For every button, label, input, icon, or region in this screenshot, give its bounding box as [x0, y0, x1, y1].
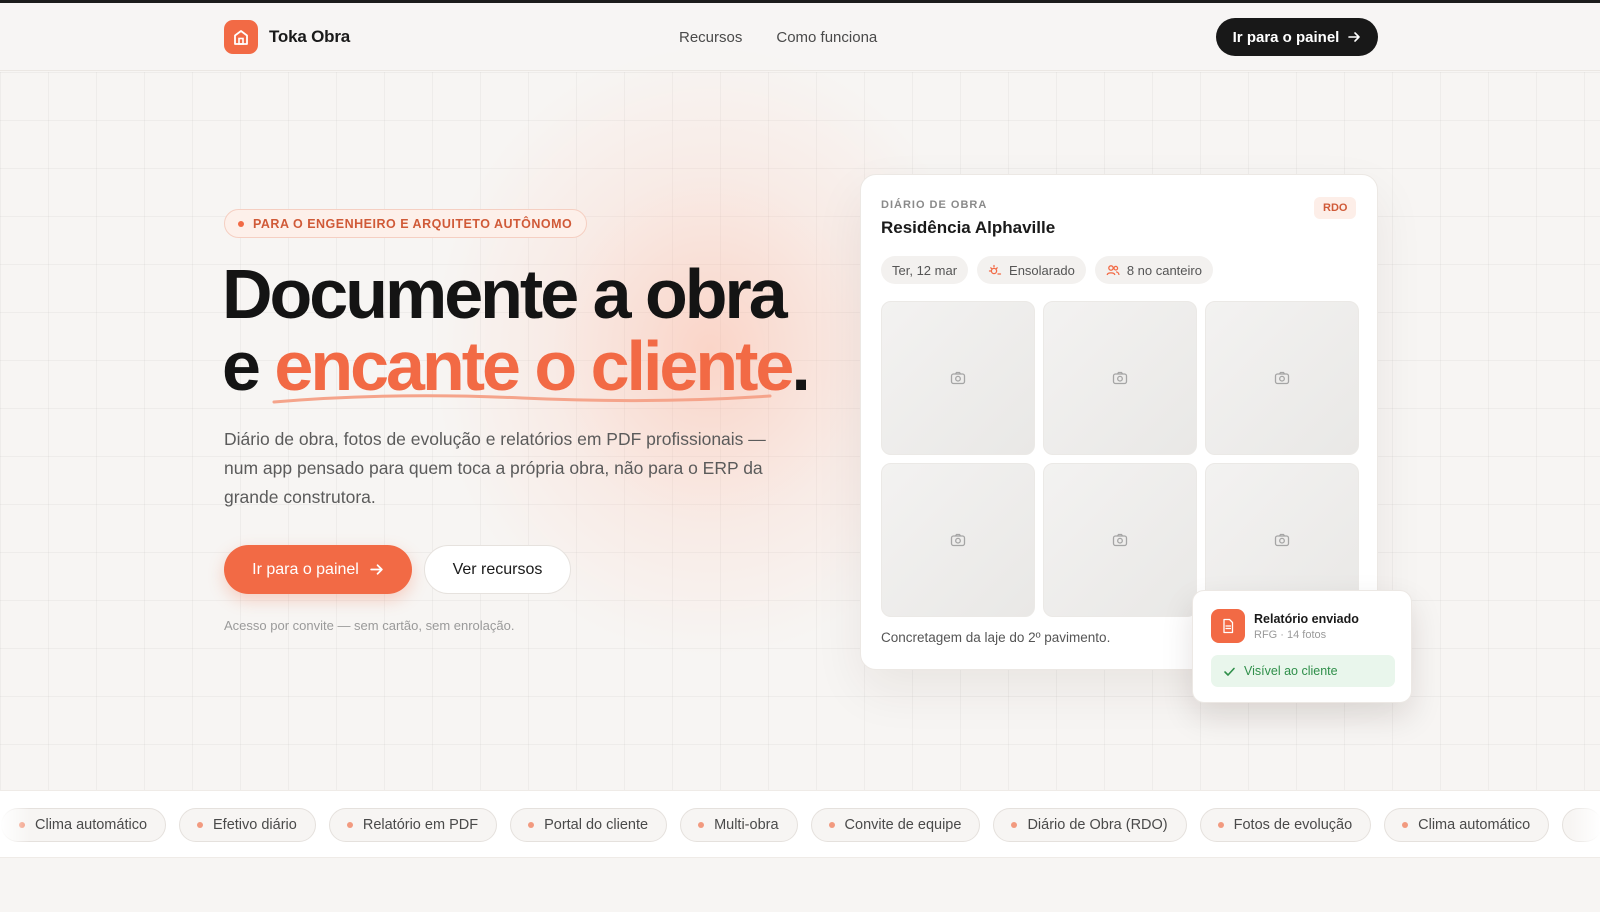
crew-chip: 8 no canteiro	[1094, 256, 1213, 284]
feature-pill: Fotos de evolução	[1199, 808, 1372, 842]
camera-icon	[1112, 533, 1128, 547]
pill-dot	[528, 822, 535, 828]
camera-icon	[1274, 533, 1290, 547]
feature-ticker: Clima automático Efetivo diário Relatóri…	[0, 790, 1600, 858]
feature-pill-label: Relatório em PDF	[362, 817, 479, 833]
date-chip-label: Ter, 12 mar	[892, 262, 958, 278]
nav-item-recursos[interactable]: Recursos	[679, 29, 742, 46]
hero-title-line1: Documente a obra	[222, 255, 788, 333]
feature-pill: Convite de equipe	[810, 808, 981, 842]
feature-pill-label: Multi-obra	[714, 817, 779, 833]
logo[interactable]: Toka Obra	[224, 20, 350, 54]
site-header: Toka Obra Recursos Como funciona Ir para…	[0, 3, 1600, 71]
nav-item-como-funciona[interactable]: Como funciona	[776, 29, 877, 46]
panel-button[interactable]: Ir para o painel	[224, 545, 412, 594]
photo-placeholder[interactable]	[881, 463, 1035, 617]
pill-dot	[1402, 822, 1409, 828]
card-chips: Ter, 12 mar Ensolarado 8 no canteiro	[881, 256, 1213, 284]
visibility-status: Visível ao cliente	[1211, 655, 1395, 687]
hero-title-suffix: .	[791, 327, 811, 405]
card-title: Residência Alphaville	[881, 218, 1056, 237]
report-toast: Relatório enviado RFG · 14 fotos Visível…	[1192, 590, 1412, 703]
photo-placeholder[interactable]	[1043, 463, 1197, 617]
audience-badge: PARA O ENGENHEIRO E ARQUITETO AUTÔNOMO	[224, 209, 588, 238]
pill-dot	[828, 822, 835, 828]
feature-pill-label: Efetivo diário	[213, 817, 297, 833]
pill-dot	[698, 822, 705, 828]
feature-pill-label: Clima automático	[1418, 817, 1531, 833]
hero-title: Documente a obra e encante o cliente.	[222, 255, 811, 405]
photo-placeholder[interactable]	[881, 301, 1035, 455]
rdo-tag: RDO	[1314, 197, 1357, 219]
feature-pill: Efetivo diário	[179, 808, 316, 842]
weather-chip: Ensolarado	[977, 256, 1086, 284]
header-panel-button-label: Ir para o painel	[1232, 28, 1340, 46]
photo-placeholder[interactable]	[1043, 301, 1197, 455]
feature-pill: Clima automático	[1384, 808, 1550, 842]
people-icon	[1106, 265, 1120, 276]
feature-pill-label: Fotos de evolução	[1233, 817, 1353, 833]
toast-subtitle: RFG · 14 fotos	[1254, 629, 1327, 641]
card-caption: Concretagem da laje do 2º pavimento.	[881, 630, 1111, 645]
panel-button-label: Ir para o painel	[252, 560, 359, 578]
card-kicker: DIÁRIO DE OBRA	[881, 199, 988, 211]
date-chip: Ter, 12 mar	[881, 256, 969, 284]
header-panel-button[interactable]: Ir para o painel	[1216, 18, 1378, 56]
feature-pill-label: Convite de equipe	[844, 817, 962, 833]
feature-pill-label: Portal do cliente	[544, 817, 649, 833]
check-icon	[1224, 667, 1235, 676]
photo-placeholder[interactable]	[1205, 301, 1359, 455]
underline-squiggle	[272, 394, 772, 404]
feature-pill: Portal do cliente	[510, 808, 668, 842]
badge-text: PARA O ENGENHEIRO E ARQUITETO AUTÔNOMO	[253, 216, 573, 231]
hero-title-prefix: e	[222, 327, 275, 405]
camera-icon	[950, 533, 966, 547]
hero-description: Diário de obra, fotos de evolução e rela…	[224, 429, 766, 507]
main-nav: Recursos Como funciona	[679, 29, 877, 46]
pill-dot	[346, 822, 353, 828]
camera-icon	[1112, 371, 1128, 385]
camera-icon	[1274, 371, 1290, 385]
photo-grid	[881, 301, 1359, 617]
badge-dot	[238, 220, 244, 227]
ticker-row: Clima automático Efetivo diário Relatóri…	[0, 808, 1600, 842]
view-features-button[interactable]: Ver recursos	[424, 545, 571, 594]
arrow-right-icon	[1348, 32, 1361, 42]
ticker-fade-right	[1570, 791, 1600, 857]
pill-dot	[1217, 822, 1224, 828]
pill-dot	[1011, 822, 1018, 828]
crew-chip-label: 8 no canteiro	[1126, 262, 1202, 278]
camera-icon	[950, 371, 966, 385]
feature-pill: Relatório em PDF	[328, 808, 498, 842]
feature-pill-label: Diário de Obra (RDO)	[1027, 817, 1168, 833]
document-icon	[1211, 609, 1245, 643]
feature-pill-label: Clima automático	[35, 817, 148, 833]
house-icon	[224, 20, 258, 54]
sun-icon	[988, 264, 1002, 275]
access-note: Acesso por convite — sem cartão, sem enr…	[224, 618, 515, 633]
visibility-status-label: Visível ao cliente	[1244, 664, 1338, 678]
weather-chip-label: Ensolarado	[1009, 262, 1075, 278]
toast-title: Relatório enviado	[1254, 612, 1359, 626]
pill-dot	[197, 822, 204, 828]
ticker-fade-left	[0, 791, 30, 857]
feature-pill: Multi-obra	[680, 808, 798, 842]
feature-pill: Diário de Obra (RDO)	[993, 808, 1187, 842]
brand-name: Toka Obra	[269, 27, 351, 46]
arrow-right-icon	[370, 564, 383, 575]
